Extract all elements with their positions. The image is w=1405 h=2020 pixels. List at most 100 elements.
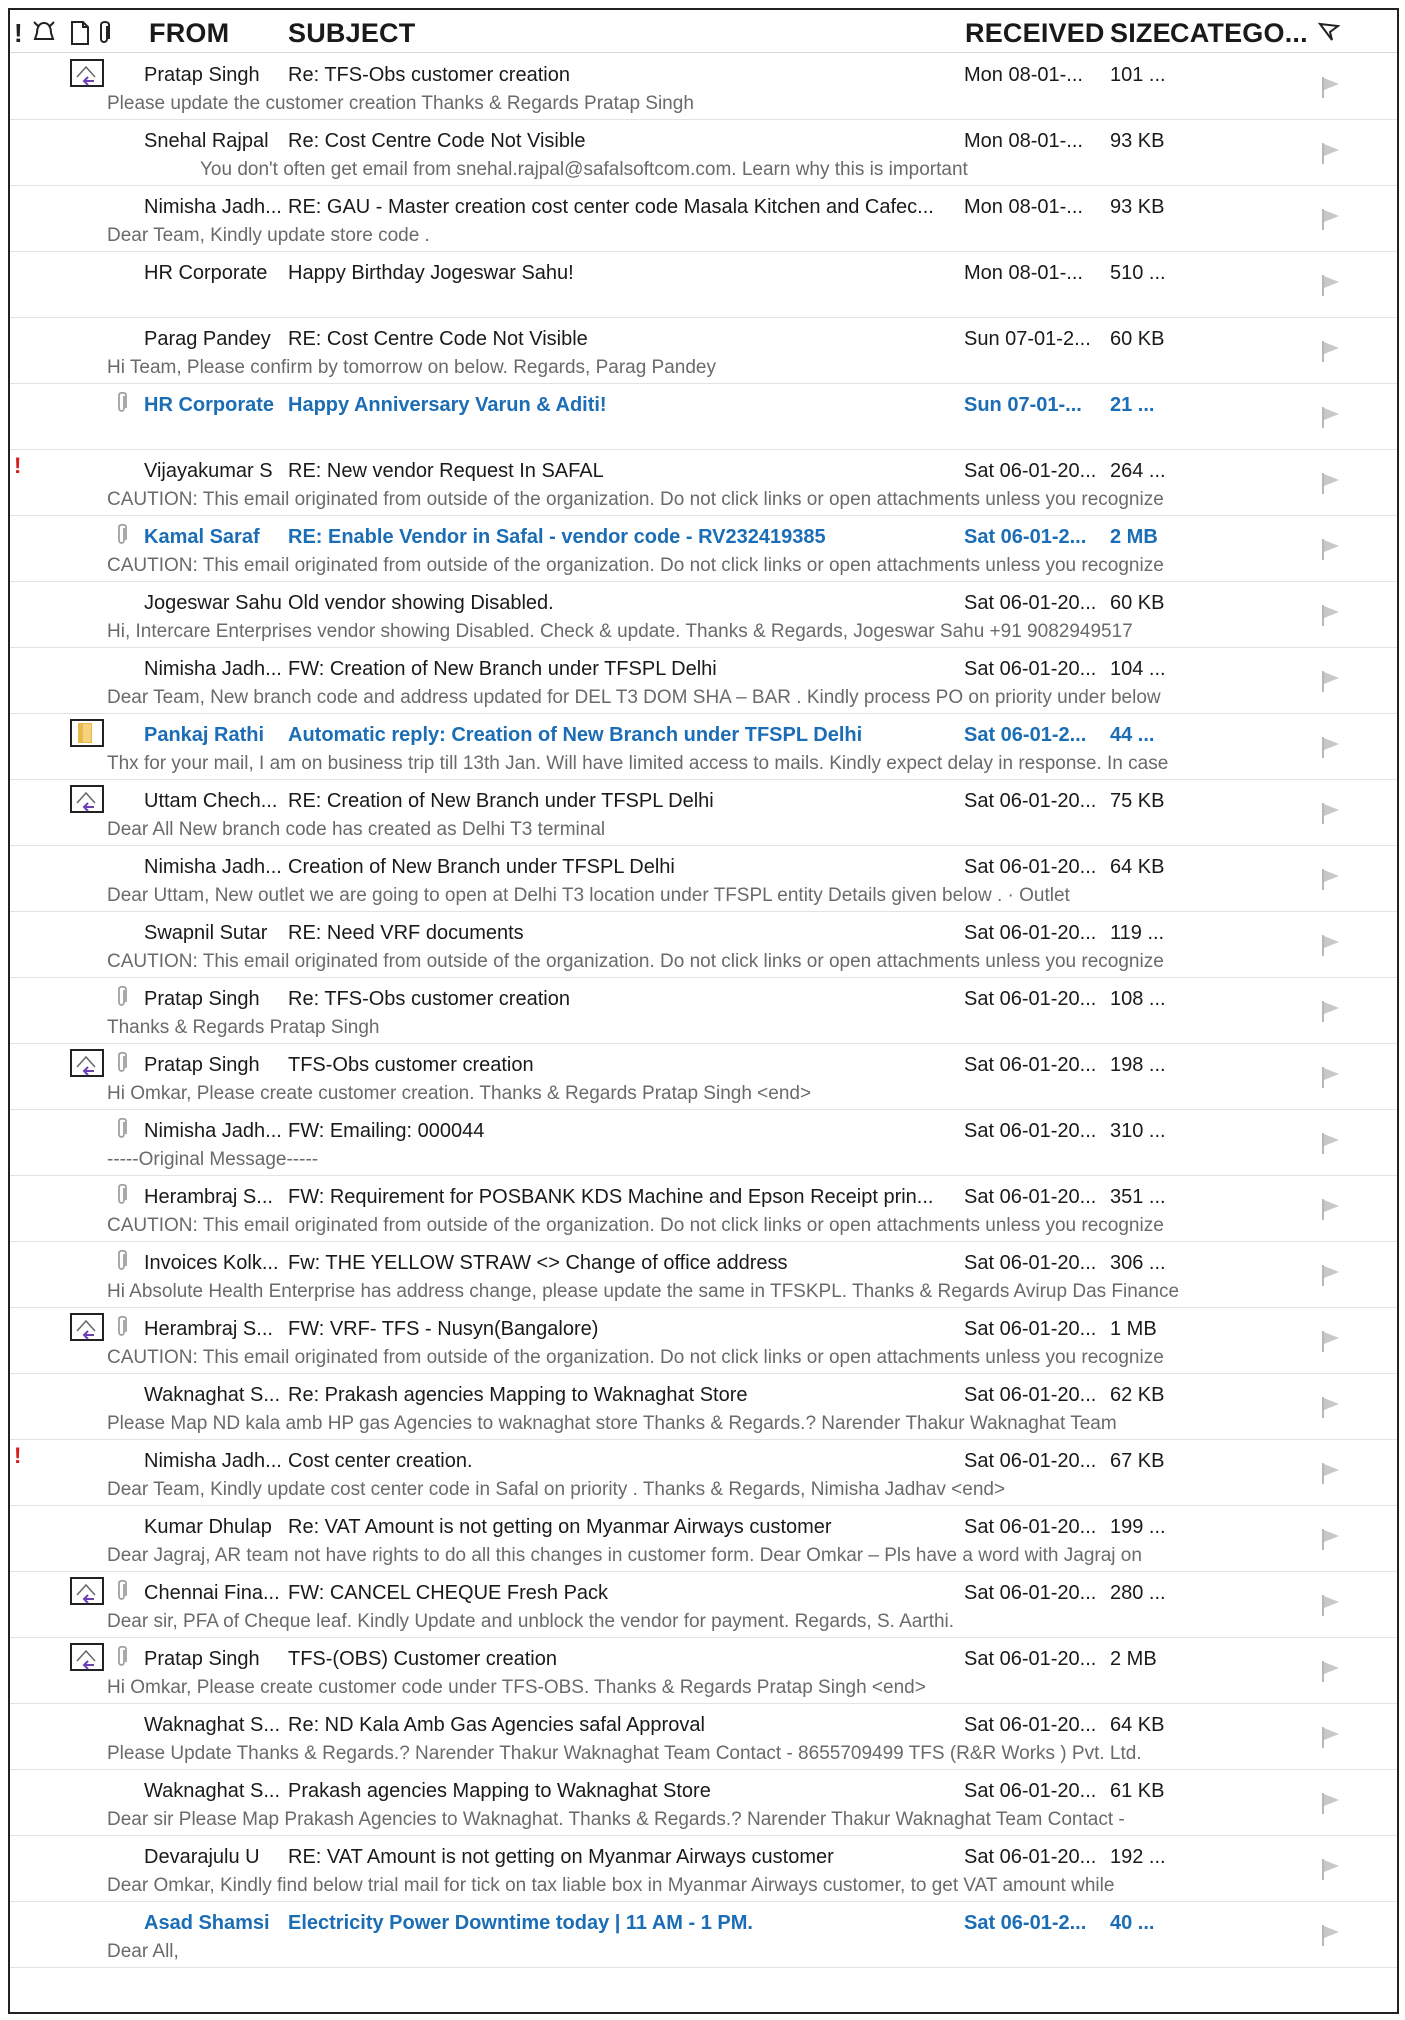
from-cell: Snehal Rajpal: [144, 130, 269, 152]
subject-cell: RE: GAU - Master creation cost center co…: [288, 196, 934, 218]
message-row[interactable]: Nimisha Jadh... RE: GAU - Master creation…: [10, 185, 1397, 252]
message-row[interactable]: Pratap Singh TFS-(OBS) Customer creation S…: [10, 1637, 1397, 1704]
message-row[interactable]: Pankaj Rathi Automatic reply: Creation of…: [10, 713, 1397, 780]
size-cell: 192 ...: [1110, 1846, 1166, 1868]
received-cell: Sat 06-01-20...: [964, 1384, 1097, 1406]
flag-icon[interactable]: [1320, 1263, 1342, 1292]
flag-icon[interactable]: [1320, 1923, 1342, 1952]
received-cell: Sat 06-01-20...: [964, 1648, 1097, 1670]
column-category[interactable]: CATEGO...: [1170, 18, 1308, 49]
message-row[interactable]: Swapnil Sutar RE: Need VRF documents Sat 0…: [10, 911, 1397, 978]
preview-text: CAUTION: This email originated from outs…: [107, 1347, 1164, 1368]
flag-icon[interactable]: [1320, 339, 1342, 368]
message-row[interactable]: Chennai Fina... FW: CANCEL CHEQUE Fresh P…: [10, 1571, 1397, 1638]
received-cell: Mon 08-01-...: [964, 130, 1083, 152]
message-row[interactable]: Kumar Dhulap Re: VAT Amount is not gettin…: [10, 1505, 1397, 1572]
flag-icon[interactable]: [1320, 75, 1342, 104]
message-row[interactable]: Waknaghat S... Re: Prakash agencies Mappi…: [10, 1373, 1397, 1440]
size-cell: 64 KB: [1110, 1714, 1165, 1736]
preview-text: Dear Uttam, New outlet we are going to o…: [107, 885, 1070, 906]
flag-icon[interactable]: [1320, 1725, 1342, 1754]
received-cell: Sat 06-01-20...: [964, 592, 1097, 614]
message-row[interactable]: Herambraj S... FW: VRF- TFS - Nusyn(Banga…: [10, 1307, 1397, 1374]
message-row[interactable]: Kamal Saraf RE: Enable Vendor in Safal - …: [10, 515, 1397, 582]
flag-icon[interactable]: [1320, 537, 1342, 566]
flag-icon[interactable]: [1320, 207, 1342, 236]
message-row[interactable]: Pratap Singh TFS-Obs customer creation Sat…: [10, 1043, 1397, 1110]
message-row[interactable]: HR Corporate Happy Anniversary Varun & Ad…: [10, 383, 1397, 450]
received-cell: Sat 06-01-20...: [964, 1582, 1097, 1604]
flag-icon[interactable]: [1320, 999, 1342, 1028]
message-row[interactable]: ! Nimisha Jadh... Cost center creation. Sat…: [10, 1439, 1397, 1506]
subject-cell: FW: Emailing: 000044: [288, 1120, 485, 1142]
message-row[interactable]: Pratap Singh Re: TFS-Obs customer creatio…: [10, 53, 1397, 120]
flag-icon[interactable]: [1320, 1857, 1342, 1886]
message-row[interactable]: Snehal Rajpal Re: Cost Centre Code Not Vi…: [10, 119, 1397, 186]
column-from[interactable]: FROM: [149, 18, 229, 49]
flag-icon[interactable]: [1320, 273, 1342, 302]
flag-icon[interactable]: [1320, 471, 1342, 500]
flag-icon[interactable]: [1320, 603, 1342, 632]
received-cell: Sat 06-01-20...: [964, 1054, 1097, 1076]
flag-icon[interactable]: [1320, 1461, 1342, 1490]
from-cell: Nimisha Jadh...: [144, 1120, 282, 1142]
flag-icon[interactable]: [1320, 867, 1342, 896]
high-importance-icon: !: [14, 453, 22, 478]
from-cell: Pratap Singh: [144, 1054, 260, 1076]
flag-icon[interactable]: [1320, 933, 1342, 962]
flag-icon[interactable]: [1320, 405, 1342, 434]
replied-icon: [70, 785, 104, 818]
message-row[interactable]: Waknaghat S... Prakash agencies Mapping t…: [10, 1769, 1397, 1836]
size-cell: 280 ...: [1110, 1582, 1166, 1604]
message-row[interactable]: Devarajulu U RE: VAT Amount is not gettin…: [10, 1835, 1397, 1902]
received-cell: Sat 06-01-20...: [964, 1780, 1097, 1802]
message-row[interactable]: Herambraj S... FW: Requirement for POSBAN…: [10, 1175, 1397, 1242]
column-size[interactable]: SIZE: [1110, 18, 1171, 49]
message-row[interactable]: Nimisha Jadh... Creation of New Branch un…: [10, 845, 1397, 912]
flag-icon[interactable]: [1320, 1593, 1342, 1622]
size-cell: 310 ...: [1110, 1120, 1166, 1142]
message-row[interactable]: Jogeswar Sahu Old vendor showing Disabled…: [10, 581, 1397, 648]
from-cell: Waknaghat S...: [144, 1714, 280, 1736]
message-row[interactable]: Uttam Chech... RE: Creation of New Branch…: [10, 779, 1397, 846]
flag-filter-icon[interactable]: [1318, 22, 1340, 44]
message-row[interactable]: Asad Shamsi Electricity Power Downtime to…: [10, 1901, 1397, 1968]
message-row[interactable]: Parag Pandey RE: Cost Centre Code Not Vis…: [10, 317, 1397, 384]
column-received[interactable]: RECEIVED: [965, 18, 1105, 49]
preview-text: CAUTION: This email originated from outs…: [107, 951, 1164, 972]
message-row[interactable]: Invoices Kolk... Fw: THE YELLOW STRAW <> …: [10, 1241, 1397, 1308]
reminder-icon[interactable]: [32, 20, 56, 46]
subject-cell: Automatic reply: Creation of New Branch …: [288, 724, 863, 746]
message-row[interactable]: Pratap Singh Re: TFS-Obs customer creatio…: [10, 977, 1397, 1044]
flag-icon[interactable]: [1320, 1131, 1342, 1160]
received-cell: Sat 06-01-20...: [964, 856, 1097, 878]
flag-icon[interactable]: [1320, 141, 1342, 170]
replied-icon: [70, 1577, 104, 1610]
size-cell: 306 ...: [1110, 1252, 1166, 1274]
message-row[interactable]: HR Corporate Happy Birthday Jogeswar Sahu…: [10, 251, 1397, 318]
message-row[interactable]: ! Vijayakumar S RE: New vendor Request In …: [10, 449, 1397, 516]
flag-icon[interactable]: [1320, 801, 1342, 830]
message-row[interactable]: Waknaghat S... Re: ND Kala Amb Gas Agenci…: [10, 1703, 1397, 1770]
from-cell: Nimisha Jadh...: [144, 658, 282, 680]
attachment-icon[interactable]: [96, 20, 112, 46]
from-cell: Invoices Kolk...: [144, 1252, 279, 1274]
flag-icon[interactable]: [1320, 735, 1342, 764]
flag-icon[interactable]: [1320, 1395, 1342, 1424]
flag-icon[interactable]: [1320, 1197, 1342, 1226]
message-row[interactable]: Nimisha Jadh... FW: Creation of New Branc…: [10, 647, 1397, 714]
flag-icon[interactable]: [1320, 1065, 1342, 1094]
flag-icon[interactable]: [1320, 669, 1342, 698]
column-subject[interactable]: SUBJECT: [288, 18, 415, 49]
importance-icon[interactable]: !: [14, 20, 23, 46]
flag-icon[interactable]: [1320, 1527, 1342, 1556]
message-row[interactable]: Nimisha Jadh... FW: Emailing: 000044 Sat 0…: [10, 1109, 1397, 1176]
item-type-icon[interactable]: [70, 20, 90, 46]
flag-icon[interactable]: [1320, 1791, 1342, 1820]
subject-cell: Re: Cost Centre Code Not Visible: [288, 130, 586, 152]
size-cell: 44 ...: [1110, 724, 1155, 746]
size-cell: 75 KB: [1110, 790, 1165, 812]
flag-icon[interactable]: [1320, 1659, 1342, 1688]
received-cell: Mon 08-01-...: [964, 262, 1083, 284]
flag-icon[interactable]: [1320, 1329, 1342, 1358]
